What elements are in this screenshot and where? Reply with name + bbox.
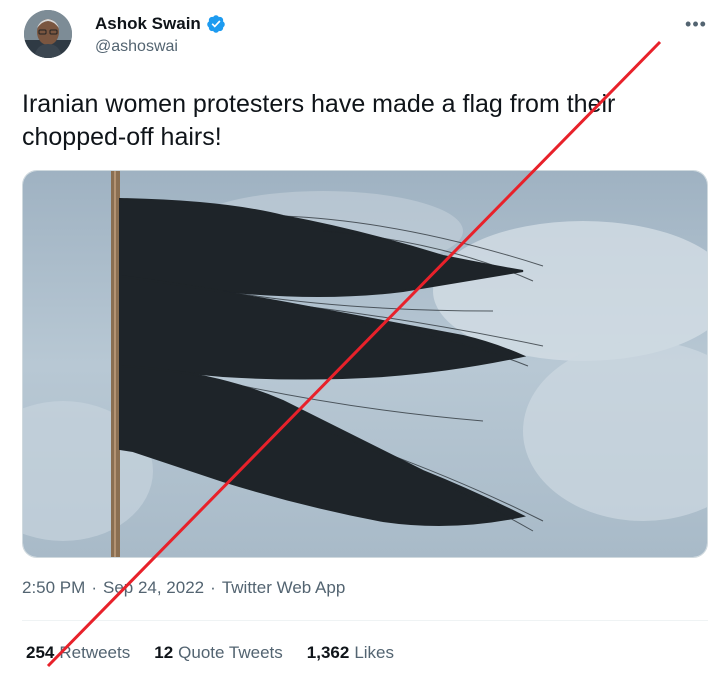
quote-tweets-stat[interactable]: 12 Quote Tweets <box>154 643 283 663</box>
quote-tweets-count: 12 <box>154 643 174 662</box>
retweets-stat[interactable]: 254 Retweets <box>26 643 130 663</box>
more-options-icon[interactable]: ••• <box>684 14 708 34</box>
likes-stat[interactable]: 1,362 Likes <box>307 643 394 663</box>
likes-count: 1,362 <box>306 643 350 662</box>
author-display-name[interactable]: Ashok Swain <box>95 14 201 34</box>
tweet-stats: 254 Retweets 12 Quote Tweets 1,362 Likes <box>26 643 394 663</box>
tweet-meta: 2:50 PM · Sep 24, 2022 · Twitter Web App <box>22 578 345 598</box>
meta-separator: · <box>210 578 216 597</box>
avatar-image <box>24 10 72 58</box>
author-name-row[interactable]: Ashok Swain <box>95 14 226 34</box>
tweet-image[interactable] <box>22 170 708 558</box>
meta-separator: · <box>91 578 97 597</box>
quote-tweets-label: Quote Tweets <box>178 643 283 662</box>
retweets-label: Retweets <box>59 643 131 662</box>
tweet-source[interactable]: Twitter Web App <box>222 578 345 598</box>
verified-badge-icon <box>206 14 226 34</box>
author-handle[interactable]: @ashoswai <box>95 38 178 56</box>
retweets-count: 254 <box>26 643 55 662</box>
tweet-date[interactable]: Sep 24, 2022 <box>103 578 204 598</box>
avatar[interactable] <box>24 10 72 58</box>
tweet-time[interactable]: 2:50 PM <box>22 578 85 598</box>
divider <box>22 620 708 621</box>
tweet-text: Iranian women protesters have made a fla… <box>22 90 616 151</box>
likes-label: Likes <box>354 643 394 662</box>
